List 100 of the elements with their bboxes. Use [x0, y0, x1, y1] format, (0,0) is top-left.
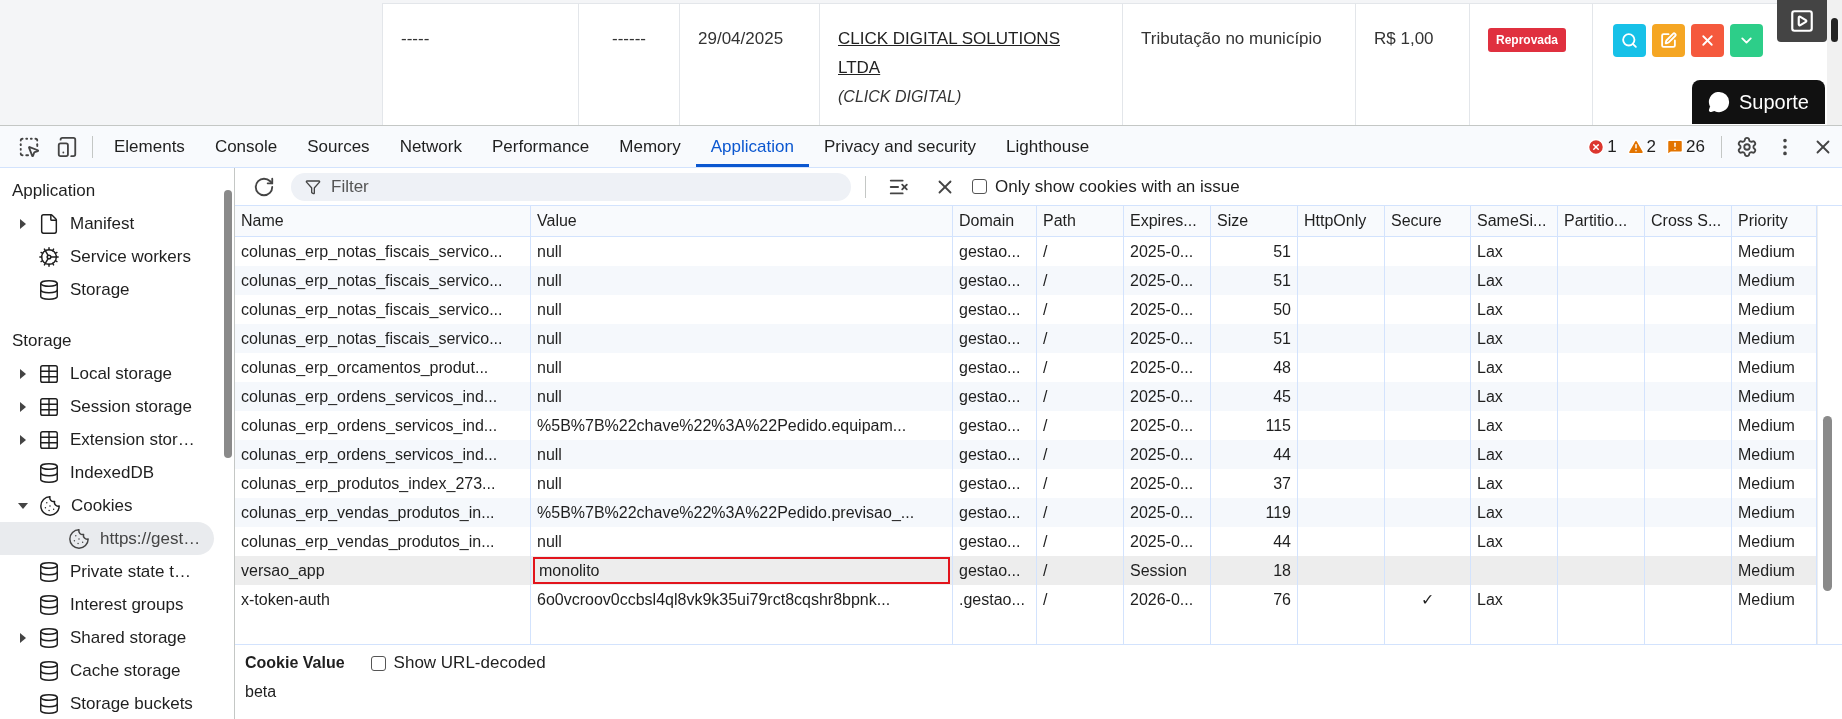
support-button[interactable]: Suporte: [1691, 80, 1825, 124]
table-cell: /: [1043, 329, 1048, 348]
table-cell-text: R$ 1,00: [1374, 28, 1434, 50]
sidebar-item[interactable]: Service workers: [0, 240, 234, 273]
sidebar-item[interactable]: Storage: [0, 273, 234, 306]
column-header[interactable]: Domain: [953, 206, 1037, 236]
expand-arrow-icon[interactable]: [20, 632, 26, 643]
column-header[interactable]: Priority: [1732, 206, 1817, 236]
scrollbar-thumb[interactable]: [1831, 18, 1838, 42]
expand-arrow-icon[interactable]: [18, 502, 28, 509]
table-row[interactable]: colunas_erp_notas_fiscais_servico... null gestao... / 2025-0... 51 Lax Medium: [235, 266, 1817, 295]
column-header[interactable]: Expires...: [1124, 206, 1211, 236]
error-count[interactable]: 1: [1587, 126, 1617, 167]
column-header[interactable]: Path: [1037, 206, 1124, 236]
table-row[interactable]: colunas_erp_ordens_servicos_ind... null gestao... / 2025-0... 44 Lax Medium: [235, 440, 1817, 469]
table-cell: 2025-0...: [1130, 445, 1194, 464]
table-cell: colunas_erp_notas_fiscais_servico...: [241, 329, 503, 348]
column-header[interactable]: Partitio...: [1558, 206, 1645, 236]
table-cell: 44: [1273, 445, 1291, 464]
table-row[interactable]: colunas_erp_vendas_produtos_in... %5B%7B%22chave%22%3A%22Pedido.previsao_... gestao... / 2025-0... 119 Lax Medium: [235, 498, 1817, 527]
table-cell: /: [1043, 474, 1048, 493]
filter-field[interactable]: Filter: [291, 172, 851, 201]
table-cell: Lax: [1477, 445, 1503, 464]
sidebar-item[interactable]: Storage buckets: [0, 687, 234, 719]
table-cell: Medium: [1738, 358, 1795, 377]
filter-input[interactable]: Filter: [329, 175, 851, 198]
table-cell: /: [1043, 532, 1048, 551]
sidebar-item[interactable]: Cookies: [0, 489, 234, 522]
column-header[interactable]: Value: [531, 206, 953, 236]
column-header[interactable]: Secure: [1385, 206, 1471, 236]
chat-bubble-icon: [1707, 91, 1730, 113]
sidebar-item[interactable]: Manifest: [0, 207, 234, 240]
devtools-tab[interactable]: Sources: [292, 126, 385, 167]
sidebar-heading: Application: [11, 179, 97, 202]
file-icon: [38, 212, 60, 235]
column-header[interactable]: SameSi...: [1471, 206, 1558, 236]
sidebar-item[interactable]: Extension stor…: [0, 423, 234, 456]
devtools-tab[interactable]: Elements: [99, 126, 200, 167]
scrollbar-thumb[interactable]: [224, 190, 232, 458]
sidebar-item[interactable]: Session storage: [0, 390, 234, 423]
error-icon: [1587, 137, 1606, 156]
table-cell: Lax: [1477, 300, 1503, 319]
table-cell: Session: [1130, 561, 1187, 580]
warning-icon: [1626, 137, 1645, 156]
devtools-tab[interactable]: Lighthouse: [991, 126, 1105, 167]
check-mark: ✓: [1421, 590, 1434, 609]
table-cell: colunas_erp_ordens_servicos_ind...: [241, 387, 498, 406]
sidebar-item[interactable]: Local storage: [0, 357, 234, 390]
table-cell: Medium: [1738, 300, 1795, 319]
table-row[interactable]: colunas_erp_ordens_servicos_ind... null gestao... / 2025-0... 45 Lax Medium: [235, 382, 1817, 411]
video-icon[interactable]: [1777, 0, 1827, 42]
table-cell: Lax: [1477, 416, 1503, 435]
expand-arrow-icon[interactable]: [20, 368, 26, 379]
column-header[interactable]: Cross S...: [1645, 206, 1732, 236]
column-header[interactable]: Name: [235, 206, 531, 236]
sidebar-item[interactable]: IndexedDB: [0, 456, 234, 489]
table-cell: 2025-0...: [1130, 329, 1194, 348]
filter-icon: [305, 178, 321, 195]
table-cell: Medium: [1738, 590, 1795, 609]
pencil-icon: [1660, 32, 1677, 49]
table-cell: 2025-0...: [1130, 416, 1194, 435]
table-cell: 76: [1273, 590, 1291, 609]
expand-arrow-icon[interactable]: [20, 434, 26, 445]
cookie-value: beta: [245, 683, 278, 701]
table-cell: 2025-0...: [1130, 242, 1194, 261]
column-header[interactable]: HttpOnly: [1298, 206, 1385, 236]
company-link[interactable]: CLICK DIGITAL SOLUTIONS LTDA: [838, 24, 1104, 82]
sidebar-item[interactable]: Private state t…: [0, 555, 234, 588]
table-cell: versao_app: [241, 561, 325, 580]
delete-button[interactable]: [1691, 24, 1724, 57]
warning-count[interactable]: 2: [1626, 126, 1657, 167]
table-cell: 2025-0...: [1130, 271, 1194, 290]
company-alias: (CLICK DIGITAL): [838, 87, 962, 107]
table-row[interactable]: versao_app monolito gestao... / Session 18 Medium: [235, 556, 1817, 585]
devtools-tab[interactable]: Memory: [604, 126, 696, 167]
database-icon: [38, 461, 60, 484]
sidebar-item[interactable]: https://gest…: [0, 522, 214, 555]
column-header[interactable]: Size: [1211, 206, 1298, 236]
devtools-tab[interactable]: Network: [384, 126, 477, 167]
expand-arrow-icon[interactable]: [20, 218, 26, 229]
devtools-tab[interactable]: Application: [695, 126, 809, 167]
table-cell: colunas_erp_vendas_produtos_in...: [241, 503, 495, 522]
sidebar-item[interactable]: Shared storage: [0, 621, 234, 654]
expand-arrow-icon[interactable]: [20, 401, 26, 412]
issue-icon: [1666, 137, 1685, 156]
sidebar-item[interactable]: Cache storage: [0, 654, 234, 687]
table-cell-text: 29/04/2025: [698, 28, 784, 50]
decode-checkbox[interactable]: Show URL-decoded: [370, 653, 546, 673]
table-cell: gestao...: [959, 503, 1021, 522]
scrollbar-thumb[interactable]: [1823, 416, 1832, 591]
table-row[interactable]: colunas_erp_notas_fiscais_servico... null gestao... / 2025-0... 51 Lax Medium: [235, 324, 1817, 353]
table-cell: gestao...: [959, 300, 1021, 319]
sidebar-item[interactable]: Interest groups: [0, 588, 234, 621]
issue-checkbox[interactable]: Only show cookies with an issue: [972, 176, 1240, 197]
devtools-tab[interactable]: Console: [199, 126, 293, 167]
table-cell: colunas_erp_produtos_index_273...: [241, 474, 496, 493]
table-cell: colunas_erp_vendas_produtos_in...: [241, 532, 495, 551]
devtools-tab[interactable]: Privacy and security: [808, 126, 991, 167]
devtools-tab[interactable]: Performance: [477, 126, 605, 167]
issue-count[interactable]: 26: [1666, 126, 1705, 167]
